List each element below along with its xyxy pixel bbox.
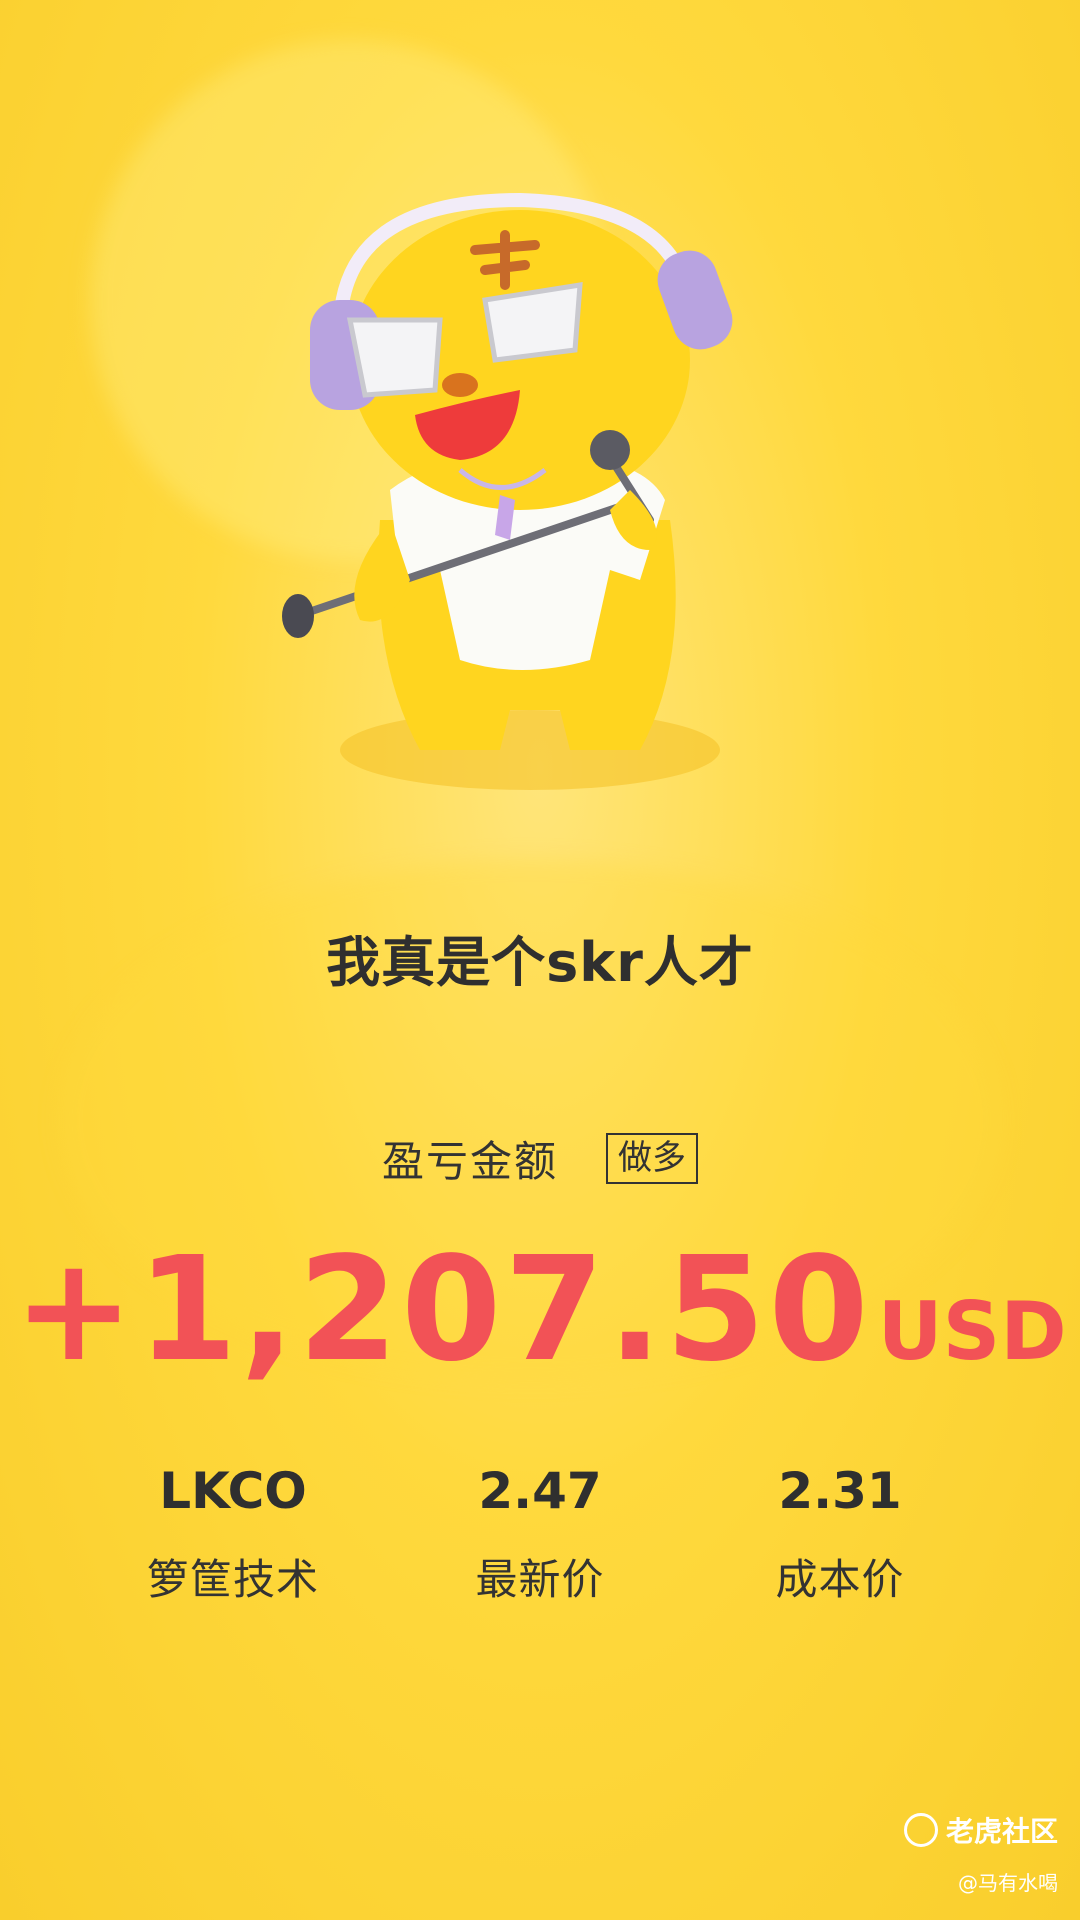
pnl-currency: USD [877, 1285, 1067, 1378]
stat-value: LKCO [159, 1462, 307, 1520]
pnl-amount-row: +1,207.50USD [0, 1225, 1080, 1393]
brand-name: 老虎社区 [945, 1815, 1058, 1848]
stat-label: 箩筐技术 [146, 1555, 319, 1604]
brand-watermark: 老虎社区 [903, 1810, 1058, 1850]
stat-value: 2.31 [778, 1462, 902, 1520]
slogan-title: 我真是个skr人才 [326, 931, 754, 994]
stat-label: 最新价 [475, 1555, 605, 1604]
stat-symbol: LKCO 箩筐技术 [83, 1462, 383, 1607]
pnl-header: 盈亏金额 做多 [0, 1128, 1080, 1189]
position-direction-badge: 做多 [606, 1132, 698, 1185]
tiger-logo-icon [903, 1813, 938, 1847]
tiger-mascot-illustration [282, 192, 733, 790]
stat-value: 2.47 [478, 1462, 602, 1520]
watermark-username: @马有水喝 [958, 1871, 1058, 1895]
stat-label: 成本价 [775, 1555, 905, 1604]
stat-latest-price: 2.47 最新价 [390, 1462, 690, 1607]
pnl-label: 盈亏金额 [381, 1137, 558, 1186]
pnl-amount: +1,207.50 [13, 1225, 872, 1393]
stat-cost-price: 2.31 成本价 [690, 1462, 990, 1607]
